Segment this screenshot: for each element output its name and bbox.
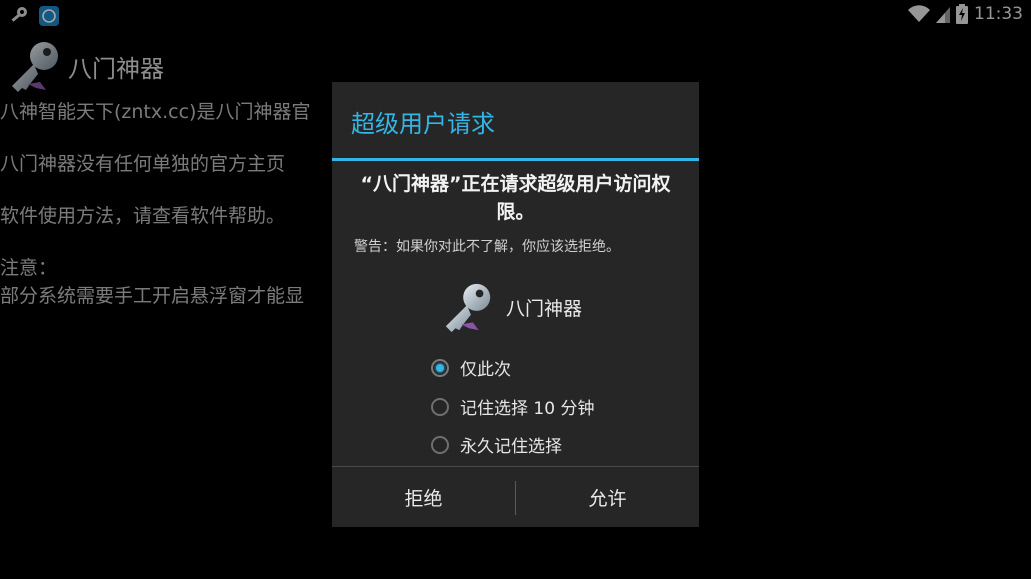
option-label: 记住选择 10 分钟: [460, 399, 595, 419]
dialog-title: 超级用户请求: [351, 110, 495, 138]
option-remember-10-min[interactable]: 记住选择 10 分钟: [431, 394, 594, 419]
key-app-icon: [445, 283, 491, 333]
request-message-text: “八门神器”正在请求超级用户访问权限。: [360, 173, 671, 223]
allow-button[interactable]: 允许: [516, 467, 699, 528]
radio-button[interactable]: [431, 435, 449, 454]
radio-button[interactable]: [431, 397, 449, 416]
warning-text: 警告：如果你对此不了解，你应该选拒绝。: [354, 239, 620, 255]
radio-button-checked[interactable]: [431, 358, 449, 377]
option-label: 永久记住选择: [460, 437, 562, 457]
requesting-app-name: 八门神器: [506, 297, 583, 320]
option-label: 仅此次: [460, 360, 511, 380]
deny-button[interactable]: 拒绝: [332, 467, 515, 528]
option-remember-forever[interactable]: 永久记住选择: [431, 432, 562, 457]
dialog-button-bar: 拒绝 允许: [332, 466, 699, 528]
superuser-request-dialog: 超级用户请求 “八门神器”正在请求超级用户访问权限。 警告：如果你对此不了解，你…: [332, 82, 699, 527]
request-message: “八门神器”正在请求超级用户访问权限。: [332, 170, 699, 226]
requesting-app: 八门神器: [440, 280, 582, 334]
title-divider: [332, 158, 699, 161]
option-once[interactable]: 仅此次: [431, 355, 511, 380]
